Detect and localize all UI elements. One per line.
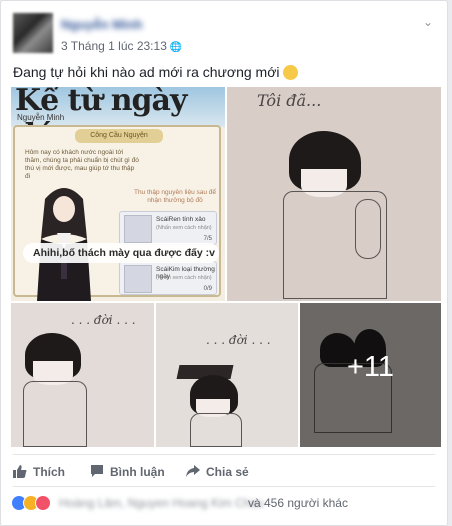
timestamp-text[interactable]: 3 Tháng 1 lúc 23:13 [61, 39, 167, 53]
photo-drawing-2[interactable]: . . . đời . . . [11, 303, 154, 447]
drawing-3-text: . . . đời . . . [206, 333, 271, 347]
game-panel-title: Công Cầu Nguyện [75, 129, 163, 143]
photo-drawing-3[interactable]: . . . đời . . . [156, 303, 298, 447]
share-icon [186, 465, 200, 477]
game-character-illustration [37, 188, 91, 301]
post-timestamp[interactable]: 3 Tháng 1 lúc 23:13 🌐 [61, 39, 182, 53]
photo-drawing-1[interactable]: Tôi đã... [227, 87, 441, 301]
more-photos-count[interactable]: +11 [300, 351, 441, 384]
drawing-3-body [190, 413, 242, 447]
share-label[interactable]: Chia sẻ [206, 465, 249, 479]
game-item-label: ScáiRen tính xảo [156, 216, 206, 223]
game-item-2: ScáiKim loại thường ngày (Nhấn xem cách … [119, 261, 217, 295]
game-collect-text: Thu thập nguyên liệu sau để nhận thưởng … [133, 189, 217, 204]
comment-icon [91, 465, 103, 477]
post-header: Nguyễn Minh 3 Tháng 1 lúc 23:13 🌐 ⌄ [13, 13, 435, 55]
game-caption: Ahihi,bố thách mày qua được đấy :v [23, 243, 219, 263]
photo-game-screenshot[interactable]: Kể từ ngày đó... Nguyễn Minh Công Cầu Ng… [11, 87, 225, 301]
game-item-1: ScáiRen tính xảo (Nhấn xem cách nhận) 7/… [119, 211, 217, 245]
game-panel-text: Hôm nay có khách nước ngoài tới thăm, ch… [25, 149, 139, 180]
like-label[interactable]: Thích [33, 465, 65, 479]
game-item-count: 0/9 [203, 286, 212, 292]
love-reaction-icon [35, 495, 51, 511]
author-name[interactable]: Nguyễn Minh [61, 17, 143, 32]
photo-grid: Kể từ ngày đó... Nguyễn Minh Công Cầu Ng… [11, 87, 441, 447]
drawing-1-text: Tôi đã... [257, 91, 322, 110]
game-item-thumb [124, 265, 152, 293]
reactor-names[interactable]: Hoàng Lâm, Nguyen Hoang Kim Chau [59, 494, 264, 512]
post-message: Đang tự hỏi khi nào ad mới ra chương mới [13, 63, 299, 81]
post-actions: Thích Bình luận Chia sẻ [13, 463, 435, 481]
privacy-globe-icon[interactable]: 🌐 [170, 42, 182, 53]
drawing-1-scarf [355, 199, 381, 259]
like-button[interactable]: Thích [13, 463, 65, 481]
relieved-emoji-icon [283, 65, 299, 80]
thumbs-up-icon [13, 465, 27, 478]
comment-button[interactable]: Bình luận [90, 463, 165, 481]
share-button[interactable]: Chia sẻ [186, 463, 249, 481]
game-player-name: Nguyễn Minh [17, 113, 65, 122]
game-item-count: 7/5 [203, 236, 212, 242]
game-item-sub: (Nhấn xem cách nhận) [156, 275, 212, 281]
game-item-thumb [124, 215, 152, 243]
game-item-sub: (Nhấn xem cách nhận) [156, 225, 212, 231]
photo-more[interactable]: +11 [300, 303, 441, 447]
reactor-others-count[interactable]: và 456 người khác [248, 494, 348, 512]
comment-label[interactable]: Bình luận [110, 465, 165, 479]
post-message-text: Đang tự hỏi khi nào ad mới ra chương mới [13, 64, 280, 80]
actions-top-divider [13, 454, 435, 455]
feed-post: Nguyễn Minh 3 Tháng 1 lúc 23:13 🌐 ⌄ Đang … [0, 0, 448, 526]
avatar[interactable] [13, 13, 53, 53]
post-options-chevron-icon[interactable]: ⌄ [423, 15, 433, 29]
drawing-2-body [23, 381, 87, 447]
drawing-2-text: . . . đời . . . [71, 313, 136, 327]
actions-bottom-divider [13, 486, 435, 487]
